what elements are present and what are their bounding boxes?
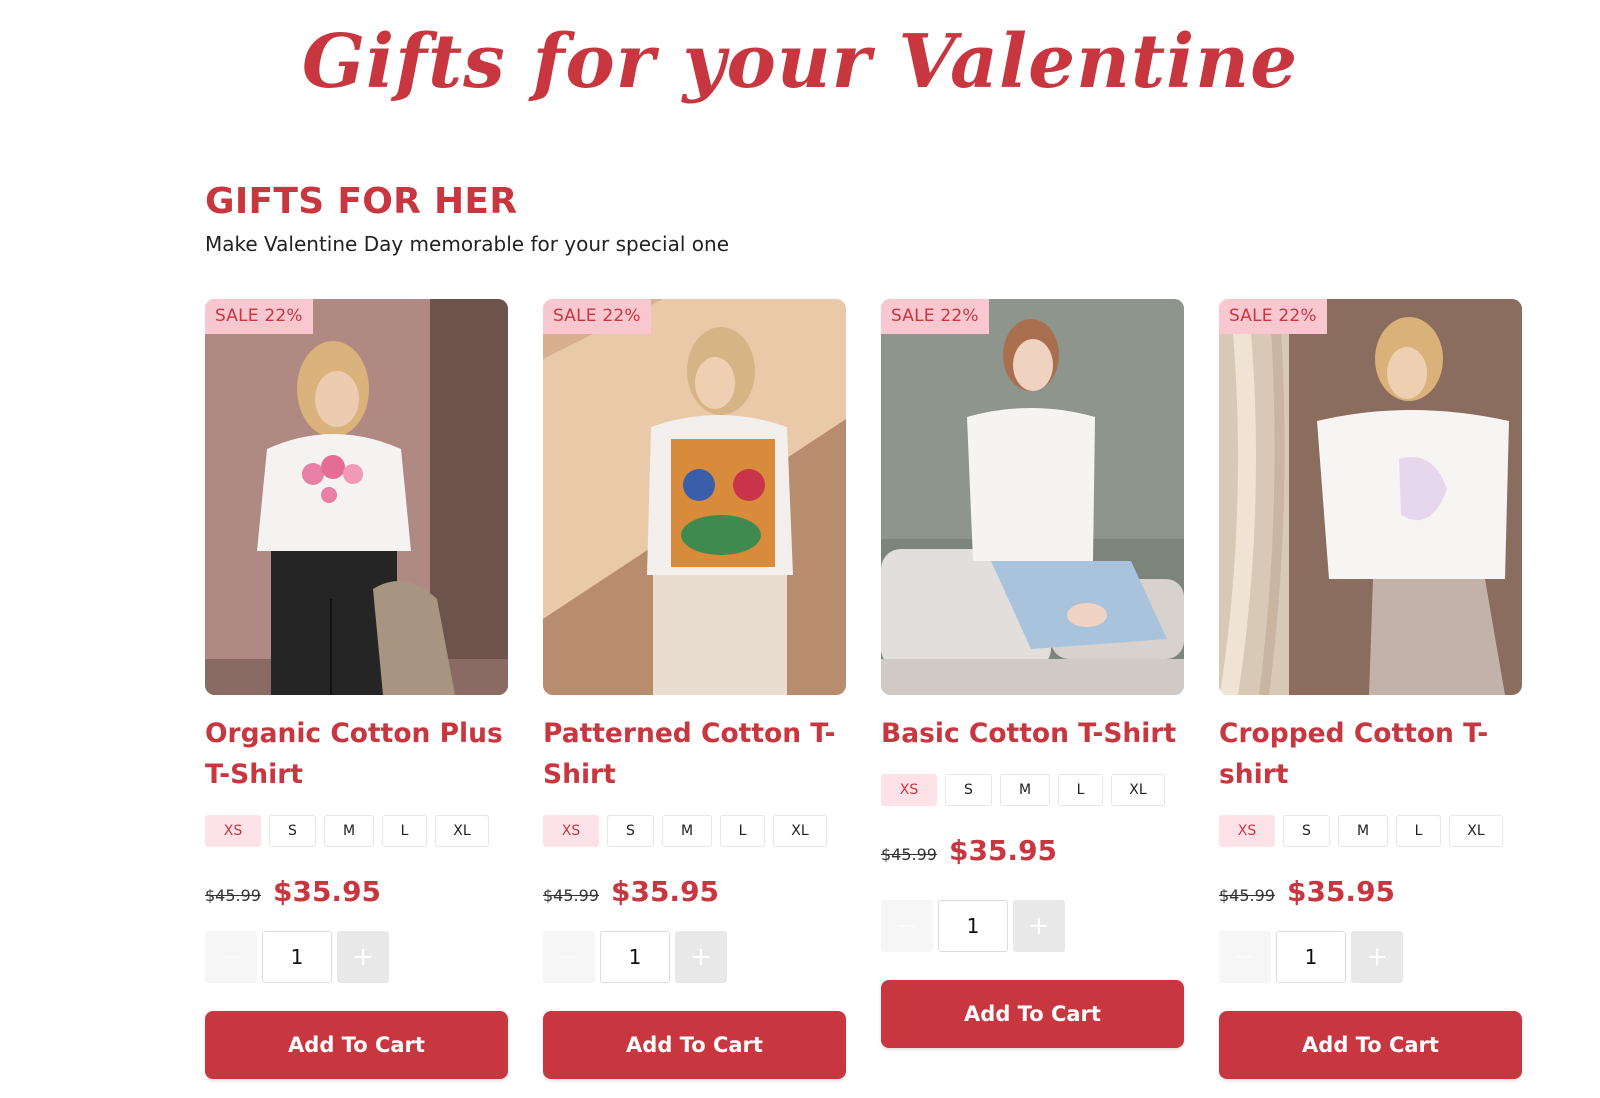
sale-price: $35.95 xyxy=(948,834,1058,867)
product-title[interactable]: Basic Cotton T-Shirt xyxy=(881,713,1184,754)
hero-title: Gifts for your Valentine xyxy=(301,19,1299,105)
price-row: $45.99 $35.95 xyxy=(205,875,508,909)
size-option-xs[interactable]: XS xyxy=(1219,815,1275,847)
product-grid: SALE 22% Organic Cotton Plus T-Shirt XS … xyxy=(205,299,1525,1079)
product-card: SALE 22% Patterned Cotton T-Shirt XS S M… xyxy=(543,299,846,1079)
quantity-input[interactable]: 1 xyxy=(1276,931,1346,983)
quantity-stepper: − 1 + xyxy=(1219,931,1522,983)
original-price: $45.99 xyxy=(205,886,261,905)
woman-floral-tshirt-photo xyxy=(205,299,508,695)
decrease-quantity-button[interactable]: − xyxy=(543,931,595,983)
size-option-xl[interactable]: XL xyxy=(435,815,489,847)
add-to-cart-button[interactable]: Add To Cart xyxy=(205,1011,508,1079)
woman-lily-tshirt-photo xyxy=(1219,299,1522,695)
sale-badge: SALE 22% xyxy=(1219,299,1327,334)
size-option-xs[interactable]: XS xyxy=(881,774,937,806)
price-row: $45.99 $35.95 xyxy=(1219,875,1522,909)
size-option-xs[interactable]: XS xyxy=(543,815,599,847)
increase-quantity-button[interactable]: + xyxy=(1351,931,1403,983)
size-option-xl[interactable]: XL xyxy=(1449,815,1503,847)
size-option-xs[interactable]: XS xyxy=(205,815,261,847)
size-option-s[interactable]: S xyxy=(607,815,654,847)
size-selector: XS S M L XL xyxy=(1219,815,1522,847)
decrease-quantity-button[interactable]: − xyxy=(205,931,257,983)
product-card: SALE 22% Organic Cotton Plus T-Shirt XS … xyxy=(205,299,508,1079)
size-option-m[interactable]: M xyxy=(324,815,374,847)
increase-quantity-button[interactable]: + xyxy=(675,931,727,983)
size-option-xl[interactable]: XL xyxy=(773,815,827,847)
add-to-cart-button[interactable]: Add To Cart xyxy=(1219,1011,1522,1079)
product-title[interactable]: Organic Cotton Plus T-Shirt xyxy=(205,713,508,795)
price-row: $45.99 $35.95 xyxy=(543,875,846,909)
quantity-input[interactable]: 1 xyxy=(600,931,670,983)
quantity-stepper: − 1 + xyxy=(205,931,508,983)
product-image[interactable]: SALE 22% xyxy=(1219,299,1522,695)
quantity-input[interactable]: 1 xyxy=(938,900,1008,952)
increase-quantity-button[interactable]: + xyxy=(1013,900,1065,952)
section-header: GIFTS FOR HER Make Valentine Day memorab… xyxy=(205,180,729,257)
product-card: SALE 22% Basic Cotton T-Shirt XS S M L X… xyxy=(881,299,1184,1048)
size-option-m[interactable]: M xyxy=(662,815,712,847)
product-title[interactable]: Patterned Cotton T-Shirt xyxy=(543,713,846,795)
decrease-quantity-button[interactable]: − xyxy=(1219,931,1271,983)
section-subtitle: Make Valentine Day memorable for your sp… xyxy=(205,232,729,256)
product-image[interactable]: SALE 22% xyxy=(543,299,846,695)
size-option-l[interactable]: L xyxy=(1396,815,1441,847)
size-selector: XS S M L XL xyxy=(881,774,1184,806)
add-to-cart-button[interactable]: Add To Cart xyxy=(881,980,1184,1048)
size-option-l[interactable]: L xyxy=(382,815,427,847)
quantity-stepper: − 1 + xyxy=(543,931,846,983)
quantity-input[interactable]: 1 xyxy=(262,931,332,983)
sale-price: $35.95 xyxy=(272,875,382,908)
woman-parrot-tshirt-photo xyxy=(543,299,846,695)
sale-price: $35.95 xyxy=(1286,875,1396,908)
size-option-xl[interactable]: XL xyxy=(1111,774,1165,806)
product-title[interactable]: Cropped Cotton T-shirt xyxy=(1219,713,1522,795)
woman-white-tshirt-photo xyxy=(881,299,1184,695)
size-option-s[interactable]: S xyxy=(269,815,316,847)
sale-badge: SALE 22% xyxy=(543,299,651,334)
original-price: $45.99 xyxy=(881,845,937,864)
add-to-cart-button[interactable]: Add To Cart xyxy=(543,1011,846,1079)
product-image[interactable]: SALE 22% xyxy=(881,299,1184,695)
size-option-s[interactable]: S xyxy=(1283,815,1330,847)
quantity-stepper: − 1 + xyxy=(881,900,1184,952)
size-option-m[interactable]: M xyxy=(1338,815,1388,847)
size-option-m[interactable]: M xyxy=(1000,774,1050,806)
product-card: SALE 22% Cropped Cotton T-shirt XS S M L… xyxy=(1219,299,1522,1079)
sale-badge: SALE 22% xyxy=(205,299,313,334)
size-option-s[interactable]: S xyxy=(945,774,992,806)
size-option-l[interactable]: L xyxy=(1058,774,1103,806)
size-selector: XS S M L XL xyxy=(205,815,508,847)
original-price: $45.99 xyxy=(543,886,599,905)
increase-quantity-button[interactable]: + xyxy=(337,931,389,983)
sale-price: $35.95 xyxy=(610,875,720,908)
page: Gifts for your Valentine GIFTS FOR HER M… xyxy=(0,0,1600,1098)
section-title: GIFTS FOR HER xyxy=(205,181,518,222)
decrease-quantity-button[interactable]: − xyxy=(881,900,933,952)
price-row: $45.99 $35.95 xyxy=(881,834,1184,868)
original-price: $45.99 xyxy=(1219,886,1275,905)
sale-badge: SALE 22% xyxy=(881,299,989,334)
product-image[interactable]: SALE 22% xyxy=(205,299,508,695)
size-option-l[interactable]: L xyxy=(720,815,765,847)
size-selector: XS S M L XL xyxy=(543,815,846,847)
